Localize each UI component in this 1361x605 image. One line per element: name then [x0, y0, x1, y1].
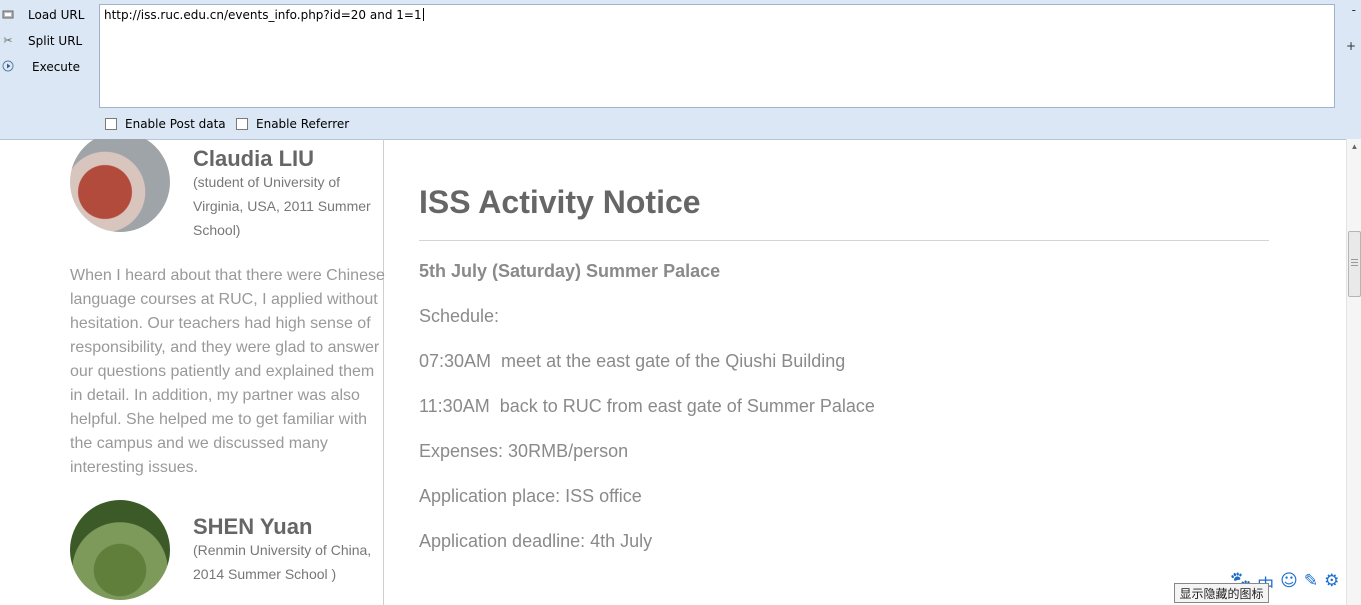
load-url-label: Load URL	[28, 8, 85, 22]
thumb-grip	[1351, 259, 1358, 260]
notice-line: 07:30AM meet at the east gate of the Qiu…	[419, 351, 846, 371]
page-title: ISS Activity Notice	[419, 184, 701, 220]
notice-content: ISS Activity Notice 5th July (Saturday) …	[384, 139, 1346, 605]
url-text: http://iss.ruc.edu.cn/events_info.php?id…	[104, 8, 422, 22]
notice-line: 11:30AM back to RUC from east gate of Su…	[419, 396, 875, 416]
url-textarea[interactable]: http://iss.ruc.edu.cn/events_info.php?id…	[99, 4, 1335, 108]
scroll-thumb[interactable]	[1348, 231, 1361, 297]
web-page: Claudia LIU (student of University of Vi…	[0, 139, 1361, 605]
testimonials-sidebar: Claudia LIU (student of University of Vi…	[0, 139, 385, 605]
vertical-scrollbar[interactable]: ▲	[1346, 139, 1361, 605]
resize-controls[interactable]: - +	[1346, 3, 1356, 53]
load-url-icon	[2, 8, 14, 20]
thumb-grip	[1351, 262, 1358, 263]
split-url-button[interactable]: ✂ Split URL	[0, 30, 96, 52]
notice-line: Expenses: 30RMB/person	[419, 441, 629, 461]
enable-post-data-checkbox[interactable]: Enable Post data	[105, 117, 226, 131]
testimonial-quote: When I heard about that there were Chine…	[70, 267, 385, 476]
notice-line: Application place: ISS office	[419, 486, 642, 506]
notice-headline: 5th July (Saturday) Summer Palace	[419, 261, 721, 281]
checkbox-label: Enable Post data	[125, 117, 226, 131]
text-caret	[422, 8, 424, 21]
checkbox-box[interactable]	[236, 118, 248, 130]
hackbar-toolbar: Load URL ✂ Split URL Execute http://iss.…	[0, 0, 1361, 140]
testimonial-name: SHEN Yuan	[193, 514, 313, 539]
pen-icon[interactable]: ✎	[1304, 571, 1318, 596]
shrink-mark[interactable]: -	[1346, 3, 1356, 17]
checkbox-label: Enable Referrer	[256, 117, 350, 131]
play-icon	[2, 60, 14, 72]
avatar	[70, 139, 170, 232]
notice-line: Application deadline: 4th July	[419, 531, 653, 551]
testimonial-note: (Renmin University of China, 2014 Summer…	[193, 542, 372, 582]
checkbox-box[interactable]	[105, 118, 117, 130]
execute-button[interactable]: Execute	[0, 56, 96, 78]
testimonial-note: (student of University of Virginia, USA,…	[193, 174, 371, 238]
scroll-up-arrow[interactable]: ▲	[1350, 143, 1359, 151]
thumb-grip	[1351, 265, 1358, 266]
gear-icon[interactable]: ⚙	[1324, 571, 1339, 596]
avatar	[70, 500, 170, 600]
scissors-icon: ✂	[3, 33, 13, 47]
execute-label: Execute	[32, 60, 80, 74]
split-url-label: Split URL	[28, 34, 83, 48]
smiley-icon[interactable]: ☺	[1280, 571, 1298, 596]
enable-referrer-checkbox[interactable]: Enable Referrer	[236, 117, 349, 131]
notice-line: Schedule:	[419, 306, 500, 326]
tray-tooltip: 显示隐藏的图标	[1174, 583, 1269, 603]
expand-mark[interactable]: +	[1346, 39, 1356, 53]
testimonial-name: Claudia LIU	[193, 146, 315, 171]
divider	[419, 240, 1269, 241]
load-url-button[interactable]: Load URL	[0, 4, 96, 26]
